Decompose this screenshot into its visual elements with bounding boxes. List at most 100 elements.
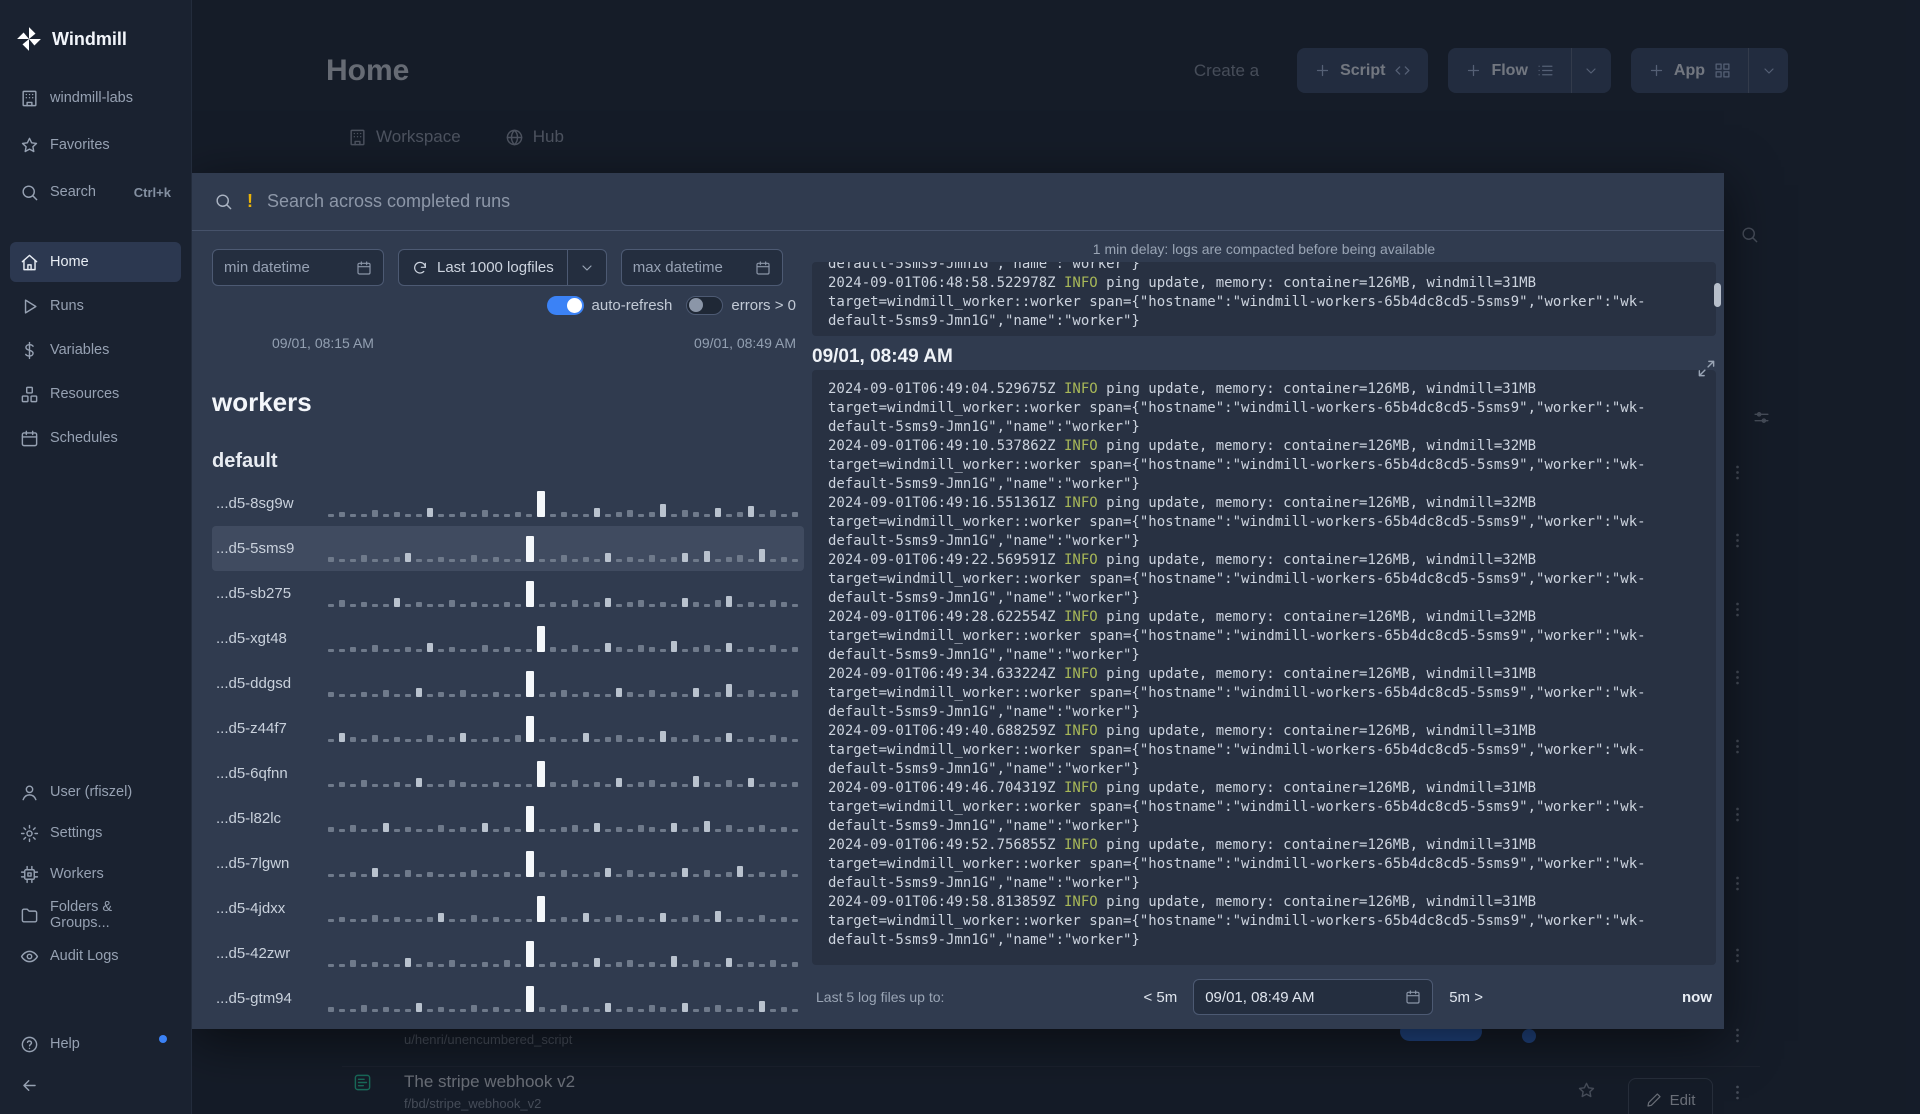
min-datetime-input[interactable]: min datetime [212, 249, 384, 286]
log-entries-current: 2024-09-01T06:49:04.529675Z INFO ping up… [828, 380, 1700, 950]
next-5m-button[interactable]: 5m > [1449, 989, 1483, 1006]
sidebar-item-favorites[interactable]: Favorites [10, 125, 181, 165]
worker-group-heading: default [212, 450, 278, 472]
worker-activity-sparkline [328, 796, 800, 841]
sidebar-item-resources[interactable]: Resources [10, 374, 181, 414]
eye-icon [20, 950, 39, 962]
log-entry: 2024-09-01T06:49:16.551361Z INFO ping up… [828, 495, 1646, 549]
logfiles-dropdown-button[interactable] [567, 249, 607, 286]
runs-search-bar: ! [192, 173, 1724, 231]
worker-row[interactable]: ...d5-gtm94 [212, 976, 804, 1021]
worker-row[interactable]: ...d5-5sms9 [212, 526, 804, 571]
sidebar-item-search[interactable]: Search Ctrl+k [10, 172, 181, 212]
errors-only-toggle[interactable]: errors > 0 [686, 296, 796, 315]
expand-icon[interactable] [1697, 359, 1716, 378]
prev-5m-button[interactable]: < 5m [1143, 989, 1177, 1006]
sidebar-item-settings[interactable]: Settings [10, 813, 181, 853]
sidebar-nav-top: windmill-labs Favorites Search Ctrl+k [0, 78, 191, 212]
sidebar-item-label: Runs [50, 298, 84, 314]
worker-name: ...d5-l82lc [216, 810, 282, 827]
log-entry: 2024-09-01T06:49:46.704319Z INFO ping up… [828, 780, 1646, 834]
log-section-header: 09/01, 08:49 AM [812, 346, 953, 367]
sidebar-item-schedules[interactable]: Schedules [10, 418, 181, 458]
delay-notice: 1 min delay: logs are compacted before b… [1092, 241, 1436, 257]
search-input[interactable] [267, 191, 1702, 212]
sidebar-item-label: windmill-labs [50, 90, 133, 106]
toggle-track [686, 296, 724, 315]
drawer-scrollbar-thumb[interactable] [1714, 283, 1721, 307]
worker-activity-sparkline [328, 931, 800, 976]
sidebar-item-runs[interactable]: Runs [10, 286, 181, 326]
worker-row[interactable]: ...d5-sb275 [212, 571, 804, 616]
sidebar-item-home[interactable]: Home [10, 242, 181, 282]
sidebar-item-folders-groups[interactable]: Folders & Groups... [10, 895, 181, 935]
log-toggles: auto-refresh errors > 0 [212, 296, 804, 315]
play-icon [24, 298, 37, 314]
worker-name: ...d5-7lgwn [216, 855, 290, 872]
worker-name: ...d5-4jdxx [216, 900, 286, 917]
sidebar: Windmill windmill-labs Favorites Search … [0, 0, 192, 1114]
search-prefix: ! [247, 191, 253, 211]
log-entries-previous: 2024-09-01T06:48:58.522978Z INFO ping up… [828, 274, 1700, 331]
brand-name: Windmill [52, 28, 127, 49]
worker-row[interactable]: ...d5-4jdxx [212, 886, 804, 931]
sidebar-item-help[interactable]: Help [10, 1024, 181, 1064]
sidebar-item-label: Search [50, 184, 96, 200]
worker-activity-sparkline [328, 886, 800, 931]
log-chunk-previous: default-5sms9-Jmn1G","name":"worker"} 20… [812, 262, 1716, 336]
sidebar-item-user[interactable]: User (rfiszel) [10, 772, 181, 812]
worker-name: ...d5-6qfnn [216, 765, 288, 782]
worker-row[interactable]: ...d5-8sg9w [212, 481, 804, 526]
worker-name: ...d5-gtm94 [216, 990, 292, 1007]
sidebar-nav-main: Home Runs Variables Resources Schedules [0, 242, 191, 458]
logfiles-select-group: Last 1000 logfiles [398, 249, 607, 286]
logs-footer: Last 5 log files up to: < 5m 09/01, 08:4… [812, 965, 1716, 1029]
worker-row[interactable]: ...d5-ddgsd [212, 661, 804, 706]
worker-activity-sparkline [328, 841, 800, 886]
sidebar-item-workspace[interactable]: windmill-labs [10, 78, 181, 118]
sidebar-item-workers[interactable]: Workers [10, 854, 181, 894]
now-button[interactable]: now [1682, 989, 1712, 1006]
notification-dot [159, 1035, 167, 1043]
worker-name: ...d5-z44f7 [216, 720, 287, 737]
worker-row[interactable]: ...d5-xgt48 [212, 616, 804, 661]
calendar-icon [357, 260, 371, 275]
dollar-icon [25, 341, 34, 359]
worker-row[interactable]: ...d5-z44f7 [212, 706, 804, 751]
worker-row[interactable]: ...d5-7lgwn [212, 841, 804, 886]
folder-icon [21, 907, 38, 923]
gear-icon [20, 824, 39, 842]
logs-datetime-input[interactable]: 09/01, 08:49 AM [1193, 979, 1434, 1015]
min-datetime-placeholder: min datetime [224, 259, 310, 276]
sidebar-item-variables[interactable]: Variables [10, 330, 181, 370]
toggle-track [546, 296, 584, 315]
windmill-logo-icon [17, 27, 41, 51]
search-icon [22, 184, 38, 200]
calendar-icon [1406, 990, 1420, 1004]
max-datetime-input[interactable]: max datetime [620, 249, 783, 286]
sidebar-item-audit-logs[interactable]: Audit Logs [10, 936, 181, 976]
worker-name: ...d5-ddgsd [216, 675, 292, 692]
auto-refresh-toggle[interactable]: auto-refresh [546, 296, 673, 315]
sidebar-collapse-button[interactable] [10, 1065, 181, 1105]
worker-name: ...d5-42zwr [216, 945, 291, 962]
sidebar-nav-bottom: User (rfiszel) Settings Workers Folders … [0, 772, 191, 1106]
boxes-icon [21, 386, 38, 402]
worker-row[interactable]: ...d5-l82lc [212, 796, 804, 841]
logs-footer-label: Last 5 log files up to: [816, 989, 945, 1005]
worker-activity-sparkline [328, 751, 800, 796]
brand[interactable]: Windmill [0, 0, 191, 60]
worker-name: ...d5-5sms9 [216, 540, 295, 557]
logfiles-select[interactable]: Last 1000 logfiles [398, 249, 568, 286]
search-icon [216, 194, 232, 210]
time-range-row: 09/01, 08:15 AM 09/01, 08:49 AM [272, 335, 804, 351]
worker-row[interactable]: ...d5-6qfnn [212, 751, 804, 796]
help-icon [21, 1036, 38, 1052]
building-icon [22, 90, 37, 106]
sidebar-item-label: Folders & Groups... [50, 899, 113, 931]
auto-refresh-label: auto-refresh [591, 297, 673, 314]
sidebar-item-label: Resources [50, 386, 120, 402]
sidebar-item-label: Help [50, 1036, 80, 1052]
worker-activity-sparkline [328, 526, 800, 571]
worker-row[interactable]: ...d5-42zwr [212, 931, 804, 976]
